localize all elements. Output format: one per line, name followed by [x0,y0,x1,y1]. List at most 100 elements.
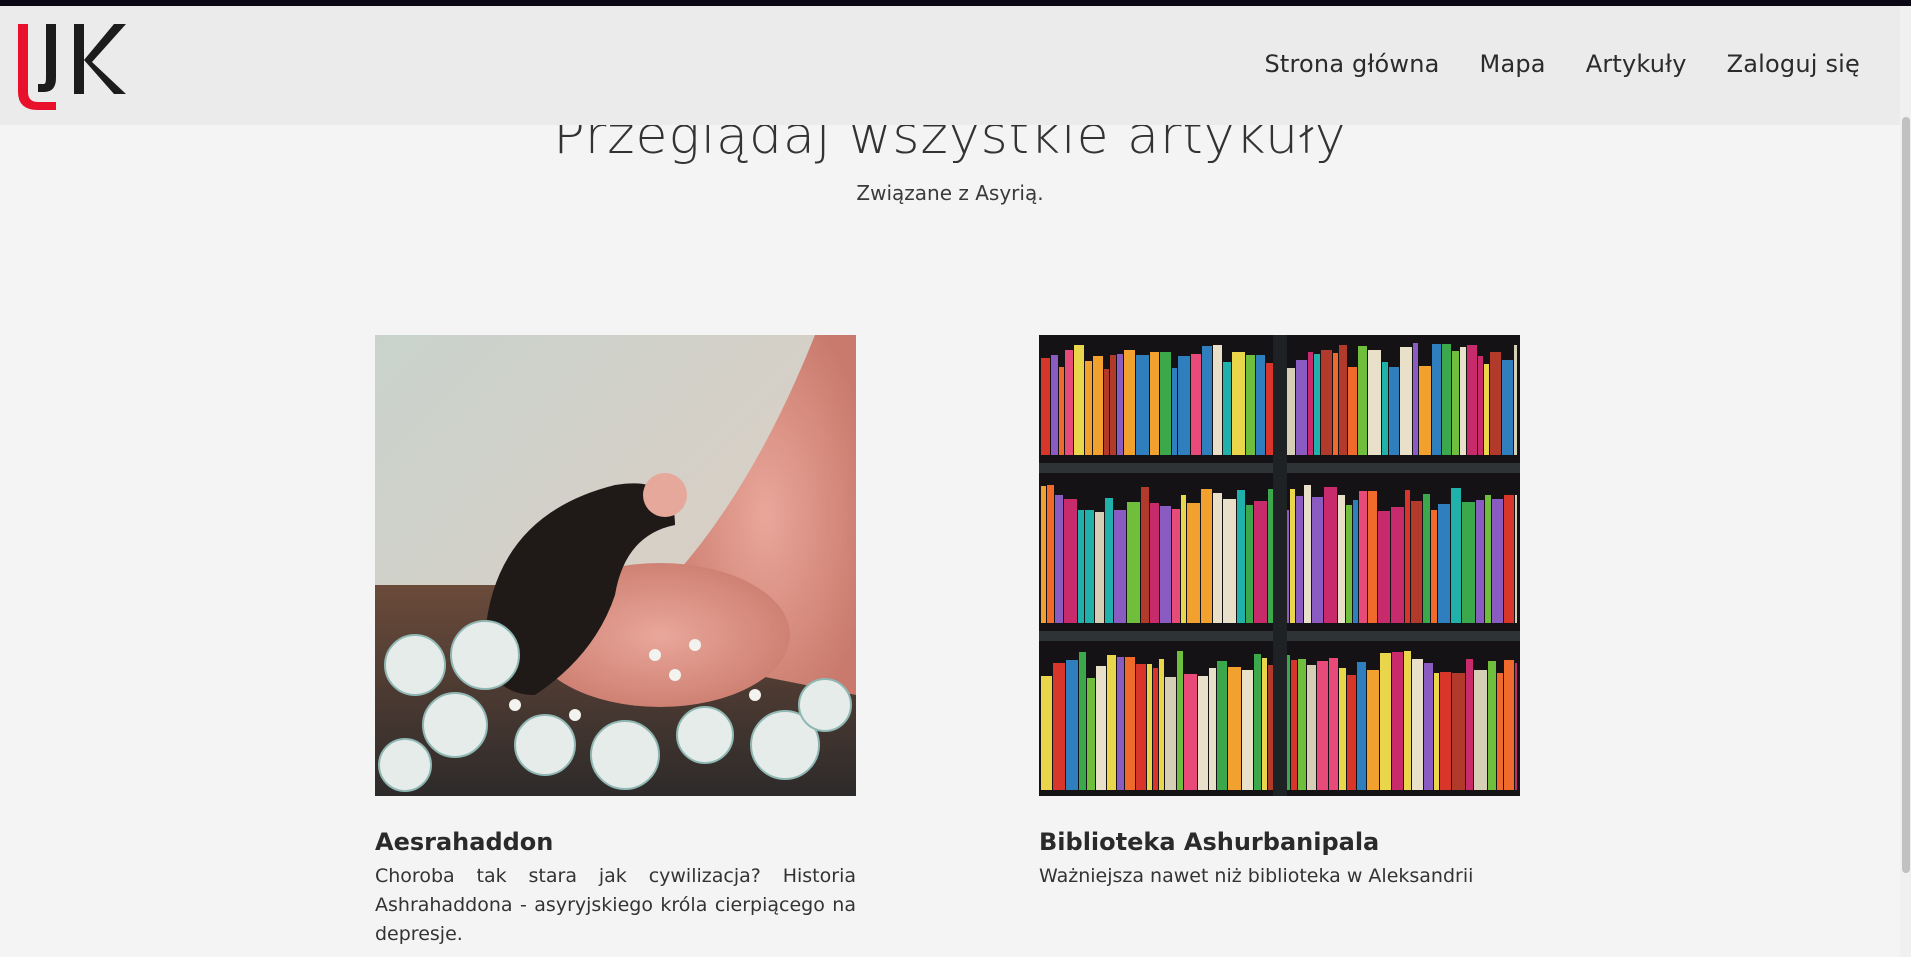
book-spine [1484,364,1489,455]
book-spine [1317,661,1328,790]
book-spine [1504,660,1514,790]
book-spine [1160,506,1171,623]
book-spine [1413,343,1418,455]
article-image[interactable] [375,335,856,796]
book-spine [1308,352,1313,455]
book-spine [1400,347,1412,455]
book-spine [1434,673,1439,790]
page-subtitle: Związane z Asyrią. [856,181,1044,205]
book-spine [1380,653,1391,790]
book-spine [1298,659,1306,790]
book-spine [1051,355,1058,455]
book-spine [1485,495,1491,623]
book-spine [1246,355,1255,455]
book-spine [1492,499,1503,623]
book-spine [1141,487,1149,623]
book-spine [1232,352,1245,455]
book-spine [1358,346,1367,455]
book-spine [1474,670,1487,790]
book-spine [1368,350,1381,455]
nav-map[interactable]: Mapa [1480,50,1546,78]
book-spine [1223,499,1236,623]
book-spine [1438,504,1450,623]
main-navigation: Strona główna Mapa Artykuły Zaloguj się [1264,50,1860,78]
book-spine [1339,668,1346,790]
book-spine [1187,503,1200,623]
book-spine [1150,503,1159,623]
book-spine [1065,350,1073,455]
book-spine [1202,346,1212,455]
book-spine [1074,345,1084,455]
book-spine [1490,352,1501,455]
book-spine [1291,660,1297,790]
book-spine [1047,485,1054,623]
book-spine [1357,662,1366,790]
book-spine [1442,344,1451,455]
book-spine [1476,500,1484,623]
book-spine [1125,657,1135,790]
book-spine [1184,674,1197,790]
book-spine [1432,344,1441,455]
nav-home[interactable]: Strona główna [1264,50,1439,78]
article-title[interactable]: Biblioteka Ashurbanipala [1039,828,1520,856]
book-spine [1136,664,1146,790]
book-spine [1055,495,1063,623]
book-spine [1467,345,1477,455]
book-spine [1339,345,1347,455]
article-card[interactable]: Biblioteka Ashurbanipala Ważniejsza nawe… [1039,335,1520,891]
book-spine [1209,668,1216,790]
book-spine [1488,661,1496,790]
book-spine [1105,498,1113,623]
book-spine [1114,510,1126,623]
book-spine [1348,367,1357,455]
book-spine [1064,499,1077,623]
book-spine [1307,665,1316,790]
logo[interactable] [4,18,126,114]
article-card[interactable]: Aesrahaddon Choroba tak stara jak cywili… [375,335,856,949]
book-spine [1165,677,1176,790]
book-spine [1104,369,1109,455]
book-spine [1124,350,1135,455]
book-spine [1451,488,1461,623]
book-spine [1515,495,1517,623]
book-spine [1411,501,1422,623]
book-spine [1504,495,1514,623]
book-spine [1515,663,1517,790]
book-spine [1127,502,1140,623]
book-spine [1329,658,1338,790]
nav-login[interactable]: Zaloguj się [1727,50,1860,78]
book-spine [1223,362,1231,455]
nav-articles[interactable]: Artykuły [1586,50,1687,78]
book-spine [1419,366,1431,455]
article-image[interactable] [1039,335,1520,796]
book-spine [1153,668,1158,790]
book-spine [1201,489,1212,623]
book-spine [1136,355,1149,455]
book-spine [1391,507,1404,623]
book-spine [1497,673,1503,790]
book-spine [1228,667,1241,790]
book-spine [1191,354,1201,455]
book-spine [1423,494,1430,623]
book-spine [1079,652,1086,790]
vertical-scrollbar[interactable] [1900,6,1911,957]
scrollbar-thumb[interactable] [1902,117,1910,873]
book-spine [1041,676,1052,790]
book-spine [1107,655,1116,790]
book-spine [1440,672,1451,790]
book-spine [1382,362,1388,455]
book-spine [1198,676,1208,790]
book-spine [1466,659,1473,790]
book-spine [1333,353,1338,455]
book-spine [1177,651,1183,790]
book-spine [1290,489,1295,623]
book-spine [1066,660,1078,790]
book-spine [1296,496,1303,623]
book-spine [1217,661,1227,790]
book-spine [1452,673,1465,790]
book-spine [1147,664,1152,790]
article-title[interactable]: Aesrahaddon [375,828,856,856]
book-spine [1346,505,1352,623]
book-spine [1392,652,1403,790]
book-spine [1367,670,1379,790]
